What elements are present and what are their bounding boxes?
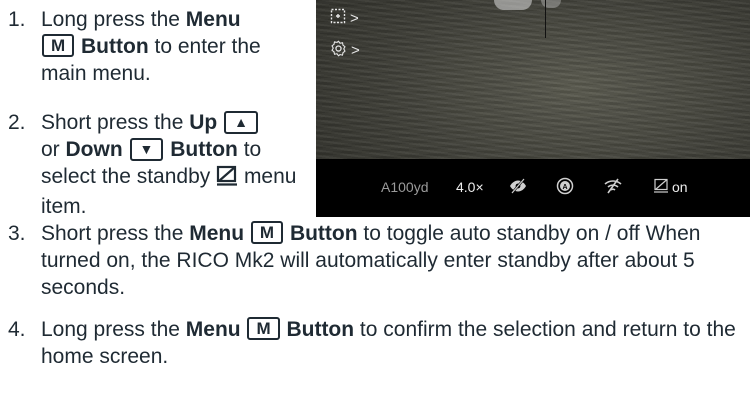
bold-up: Up — [189, 111, 218, 134]
zoom-readout: 4.0× — [456, 179, 484, 195]
step-text: Short press the Up ▲ or Down ▼ Button to… — [41, 109, 308, 220]
standby-value: on — [672, 179, 688, 195]
text: Short press the — [41, 222, 190, 245]
step-number: 2. — [8, 111, 26, 134]
text: Short press the — [41, 111, 190, 134]
bold-button: Button — [286, 318, 355, 341]
menu-key: M — [42, 34, 75, 57]
bold-menu: Menu — [185, 318, 241, 341]
device-screen: > > A100yd 4.0× A on — [316, 0, 750, 217]
svg-text:A: A — [562, 184, 567, 191]
step-4: 4. Long press the Menu M Button to confi… — [8, 316, 748, 370]
bold-button: Button — [170, 138, 238, 161]
wifi-off-icon — [604, 178, 622, 197]
text: Long press the — [41, 8, 186, 31]
status-bar: A100yd 4.0× A on — [316, 159, 750, 217]
menu-item-settings[interactable]: > — [330, 40, 360, 61]
crop-icon — [330, 8, 346, 28]
gear-icon — [330, 40, 347, 61]
menu-key: M — [247, 317, 280, 340]
text: Long press the — [41, 318, 186, 341]
step-text: Long press the Menu M Button to enter the… — [41, 6, 308, 87]
step-text: Short press the Menu M Button to toggle … — [41, 220, 748, 301]
standby-icon — [654, 178, 669, 196]
range-readout: A100yd — [381, 179, 429, 195]
menu-key: M — [250, 221, 284, 244]
step-1: 1. Long press the Menu M Button to enter … — [8, 6, 308, 87]
eye-off-icon — [509, 178, 527, 197]
chevron-right-icon: > — [350, 9, 359, 27]
step-number: 1. — [8, 8, 26, 31]
auto-mode-icon: A — [556, 177, 574, 198]
up-key-icon: ▲ — [224, 111, 258, 134]
step-text: Long press the Menu M Button to confirm … — [41, 316, 748, 370]
standby-status: on — [654, 178, 688, 196]
bold-menu: Menu — [185, 8, 241, 31]
down-key-icon: ▼ — [129, 138, 164, 161]
step-number: 3. — [8, 222, 26, 245]
standby-icon — [216, 164, 238, 193]
reticle-line — [545, 0, 546, 38]
step-3: 3. Short press the Menu M Button to togg… — [8, 220, 748, 301]
step-2: 2. Short press the Up ▲ or Down ▼ Button… — [8, 109, 308, 220]
menu-item-crop[interactable]: > — [330, 8, 359, 28]
chevron-right-icon: > — [351, 42, 360, 59]
bold-down: Down — [65, 138, 123, 161]
text: or — [41, 138, 66, 161]
step-number: 4. — [8, 318, 26, 341]
bright-spot — [494, 0, 532, 10]
bold-menu: Menu — [189, 222, 245, 245]
bold-button: Button — [81, 35, 149, 58]
bold-button: Button — [289, 222, 358, 245]
